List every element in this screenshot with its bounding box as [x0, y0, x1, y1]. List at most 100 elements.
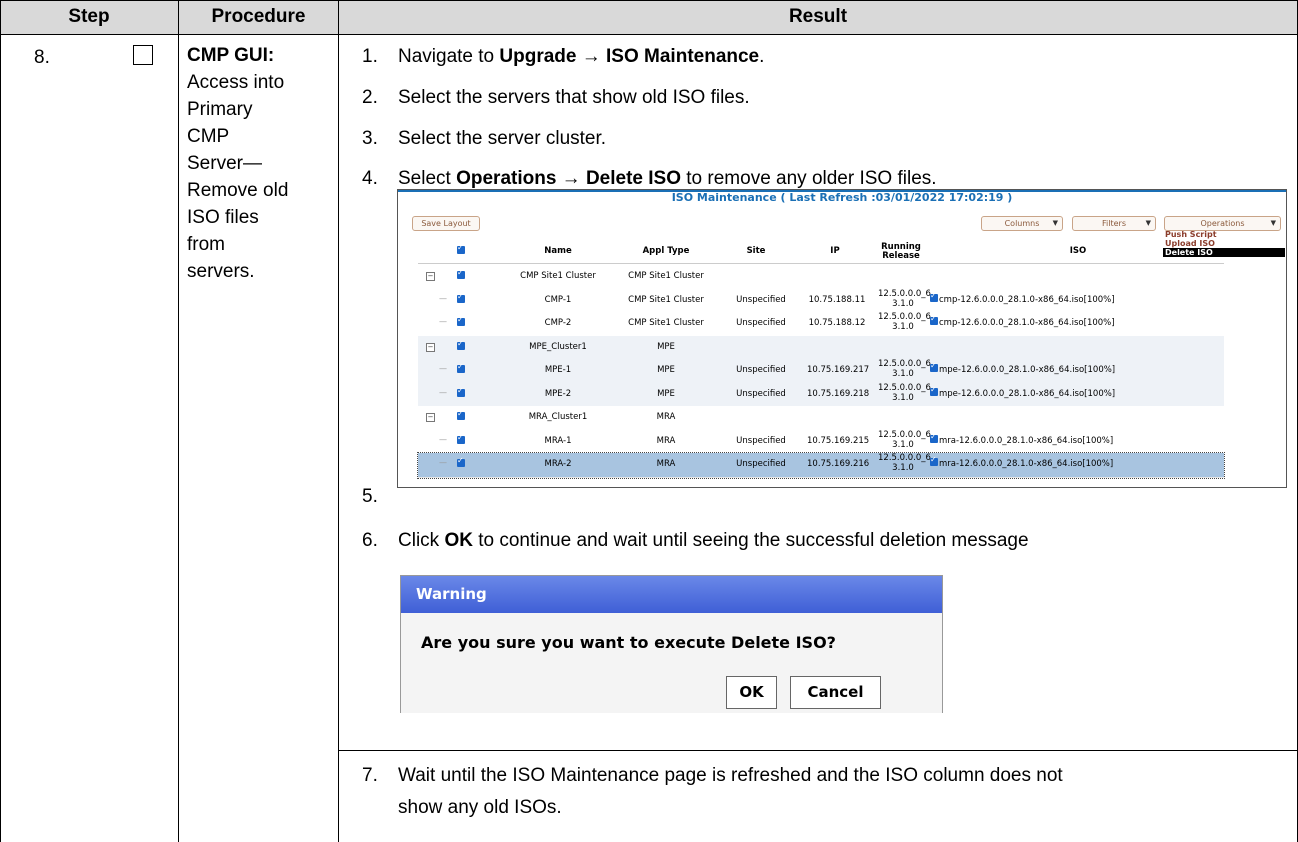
select-all-checkbox[interactable]: [457, 243, 465, 254]
cell-name: MPE_Cluster1: [529, 341, 587, 352]
cell-release-1: 12.5.0.0.0_6: [878, 382, 931, 393]
operations-dropdown[interactable]: Operations ▼: [1164, 216, 1281, 231]
step-num: 5.: [362, 486, 378, 507]
cell-iso: mra-12.6.0.0.0_28.1.0-x86_64.iso[100%]: [939, 459, 1114, 469]
cell-name: CMP-2: [544, 318, 572, 328]
cell-release-1: 12.5.0.0.0_6: [878, 429, 931, 440]
cell-release-1: 12.5.0.0.0_6: [878, 453, 931, 463]
iso-checkbox[interactable]: [930, 314, 938, 325]
dialog-title: Warning: [401, 576, 942, 613]
operations-label: Operations: [1200, 219, 1245, 228]
cell-iso: mpe-12.6.0.0.0_28.1.0-x86_64.iso[100%]: [939, 388, 1116, 399]
iso-checkbox[interactable]: [930, 432, 938, 443]
step-num: 2.: [362, 87, 378, 108]
step-text-line-2: show any old ISOs.: [398, 797, 562, 818]
iso-maintenance-screenshot: ISO Maintenance ( Last Refresh :03/01/20…: [397, 189, 1287, 488]
table-top-border: [0, 0, 1298, 1]
cell-appl-type: MRA: [656, 459, 676, 469]
save-layout-button[interactable]: Save Layout: [412, 216, 480, 231]
cell-release-2: 3.1.0: [892, 322, 914, 332]
cell-release-2: 3.1.0: [892, 439, 914, 450]
cell-name: MRA-2: [544, 459, 572, 469]
tree-connector: —: [439, 434, 447, 444]
header-result: Result: [339, 0, 1297, 34]
cell-site: Unspecified: [736, 294, 786, 305]
step-text: Navigate to Upgrade → ISO Maintenance.: [398, 46, 765, 67]
cluster-row[interactable]: − CMP Site1 Cluster CMP Site1 Cluster: [418, 265, 1224, 290]
collapse-toggle-icon[interactable]: −: [426, 342, 435, 352]
cell-release-2: 3.1.0: [892, 463, 914, 473]
menu-item-upload-iso[interactable]: Upload ISO: [1163, 239, 1285, 248]
columns-dropdown[interactable]: Columns ▼: [981, 216, 1063, 231]
chevron-down-icon: ▼: [1270, 219, 1276, 227]
step-num: 7.: [362, 765, 378, 786]
collapse-toggle-icon[interactable]: −: [426, 413, 435, 422]
menu-item-push-script[interactable]: Push Script: [1163, 230, 1285, 239]
cell-release-2: 3.1.0: [892, 392, 914, 403]
cancel-button[interactable]: Cancel: [790, 676, 881, 709]
step-text: Click OK to continue and wait until seei…: [398, 530, 1029, 551]
row-checkbox[interactable]: [457, 315, 465, 326]
cell-name: MPE-2: [544, 388, 572, 399]
filters-dropdown[interactable]: Filters ▼: [1072, 216, 1156, 231]
iso-checkbox[interactable]: [930, 385, 938, 396]
cell-iso: cmp-12.6.0.0.0_28.1.0-x86_64.iso[100%]: [939, 318, 1115, 328]
header-step: Step: [0, 0, 178, 34]
tree-connector: —: [439, 364, 447, 373]
row-checkbox[interactable]: [457, 456, 465, 467]
step-number: 8.: [34, 47, 50, 68]
step-num: 6.: [362, 530, 378, 551]
row-checkbox[interactable]: [457, 386, 465, 397]
step-checkbox[interactable]: [133, 45, 153, 65]
cell-site: Unspecified: [736, 388, 786, 399]
tree-connector: —: [439, 387, 447, 397]
procedure-line: Remove old: [187, 180, 289, 201]
tree-connector: —: [439, 293, 447, 303]
procedure-line: from: [187, 234, 225, 255]
iso-checkbox[interactable]: [930, 455, 938, 466]
col-header-running-release: Running Release: [881, 242, 921, 261]
ok-button[interactable]: OK: [726, 676, 777, 709]
cell-release-1: 12.5.0.0.0_6: [878, 288, 931, 299]
table-row[interactable]: — CMP-1 CMP Site1 Cluster Unspecified 10.75.…: [418, 288, 1224, 313]
header-procedure: Procedure: [179, 0, 338, 34]
cell-name: MRA-1: [544, 435, 572, 446]
cell-appl-type: CMP Site1 Cluster: [628, 271, 704, 281]
cell-iso: mpe-12.6.0.0.0_28.1.0-x86_64.iso[100%]: [939, 365, 1116, 375]
row-checkbox[interactable]: [457, 292, 465, 303]
step-num: 4.: [362, 168, 378, 189]
row-checkbox[interactable]: [457, 268, 465, 279]
cluster-row[interactable]: − MRA_Cluster1 MRA: [418, 406, 1224, 431]
table-row[interactable]: — MPE-1 MPE Unspecified 10.75.169.217 12.5.0.…: [418, 359, 1224, 384]
menu-item-delete-iso[interactable]: Delete ISO: [1163, 248, 1285, 257]
dialog-message: Are you sure you want to execute Delete …: [421, 633, 836, 652]
table-row[interactable]: — MRA-1 MRA Unspecified 10.75.169.215 12.5.0.…: [418, 429, 1224, 454]
cell-site: Unspecified: [736, 459, 786, 469]
chevron-down-icon: ▼: [1145, 219, 1151, 227]
left-border: [0, 0, 1, 842]
cell-site: Unspecified: [736, 365, 786, 375]
row-checkbox[interactable]: [457, 362, 465, 373]
cell-appl-type: MRA: [656, 412, 676, 422]
table-row[interactable]: — CMP-2 CMP Site1 Cluster Unspecified 10.75.…: [418, 312, 1224, 337]
dialog-separator: [339, 750, 1297, 751]
iso-checkbox[interactable]: [930, 361, 938, 372]
collapse-toggle-icon[interactable]: −: [426, 272, 435, 281]
row-checkbox[interactable]: [457, 409, 465, 420]
col-header-site: Site: [746, 246, 766, 256]
chevron-down-icon: ▼: [1052, 219, 1058, 227]
row-checkbox[interactable]: [457, 433, 465, 444]
cluster-row[interactable]: − MPE_Cluster1 MPE: [418, 335, 1224, 360]
cell-ip: 10.75.188.11: [808, 294, 866, 305]
table-row[interactable]: — MRA-2 MRA Unspecified 10.75.169.216 12.5.0.…: [417, 452, 1225, 479]
table-row[interactable]: — MPE-2 MPE Unspecified 10.75.169.218 12.5.0.…: [418, 382, 1224, 407]
cell-name: MPE-1: [544, 365, 572, 375]
cell-release-2: 3.1.0: [892, 298, 914, 309]
row-checkbox[interactable]: [457, 339, 465, 350]
cell-ip: 10.75.169.215: [807, 435, 870, 446]
filters-label: Filters: [1102, 219, 1126, 228]
procedure-heading: CMP GUI:: [187, 45, 275, 66]
cell-iso: mra-12.6.0.0.0_28.1.0-x86_64.iso[100%]: [939, 435, 1114, 446]
iso-checkbox[interactable]: [930, 291, 938, 302]
col-header-appl-type: Appl Type: [642, 246, 690, 256]
